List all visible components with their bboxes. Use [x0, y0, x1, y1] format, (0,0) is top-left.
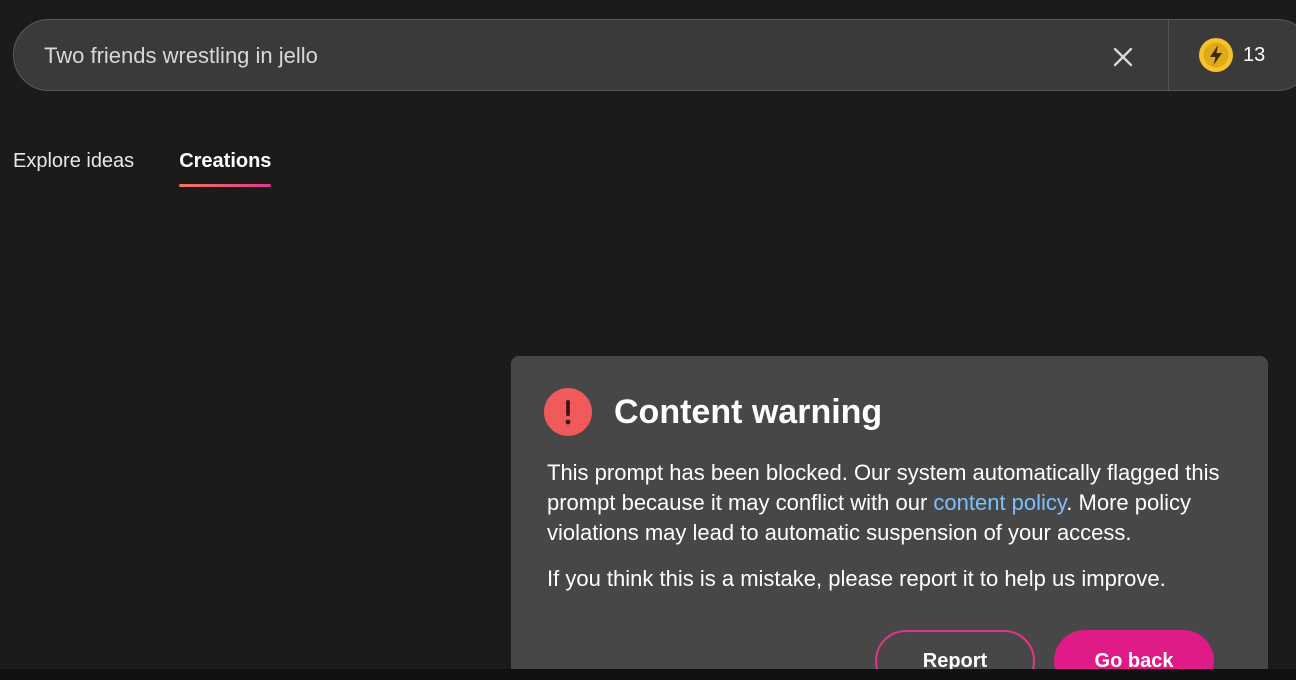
tab-bar: Explore ideas Creations [13, 150, 316, 187]
tab-creations[interactable]: Creations [179, 150, 272, 187]
exclamation-circle-icon [544, 388, 592, 436]
content-policy-link[interactable]: content policy [933, 490, 1066, 515]
dialog-body: This prompt has been blocked. Our system… [547, 458, 1247, 610]
tab-explore-ideas[interactable]: Explore ideas [13, 150, 134, 187]
search-input[interactable] [44, 38, 1084, 74]
page: 13 Explore ideas Creations Content warni… [0, 0, 1296, 680]
boosts-button[interactable]: 13 [1198, 37, 1265, 73]
search-divider [1168, 20, 1169, 90]
dialog-message: This prompt has been blocked. Our system… [547, 458, 1247, 548]
boost-count: 13 [1243, 43, 1266, 66]
dialog-note: If you think this is a mistake, please r… [547, 566, 1166, 591]
search-bar: 13 [13, 19, 1296, 91]
content-warning-dialog: Content warning This prompt has been blo… [511, 356, 1268, 680]
bottom-edge [0, 669, 1296, 680]
lightning-coin-icon [1199, 38, 1233, 72]
dialog-title: Content warning [614, 392, 883, 431]
clear-search-button[interactable] [1106, 40, 1140, 74]
dialog-header: Content warning [544, 388, 882, 436]
close-icon [1113, 47, 1133, 67]
